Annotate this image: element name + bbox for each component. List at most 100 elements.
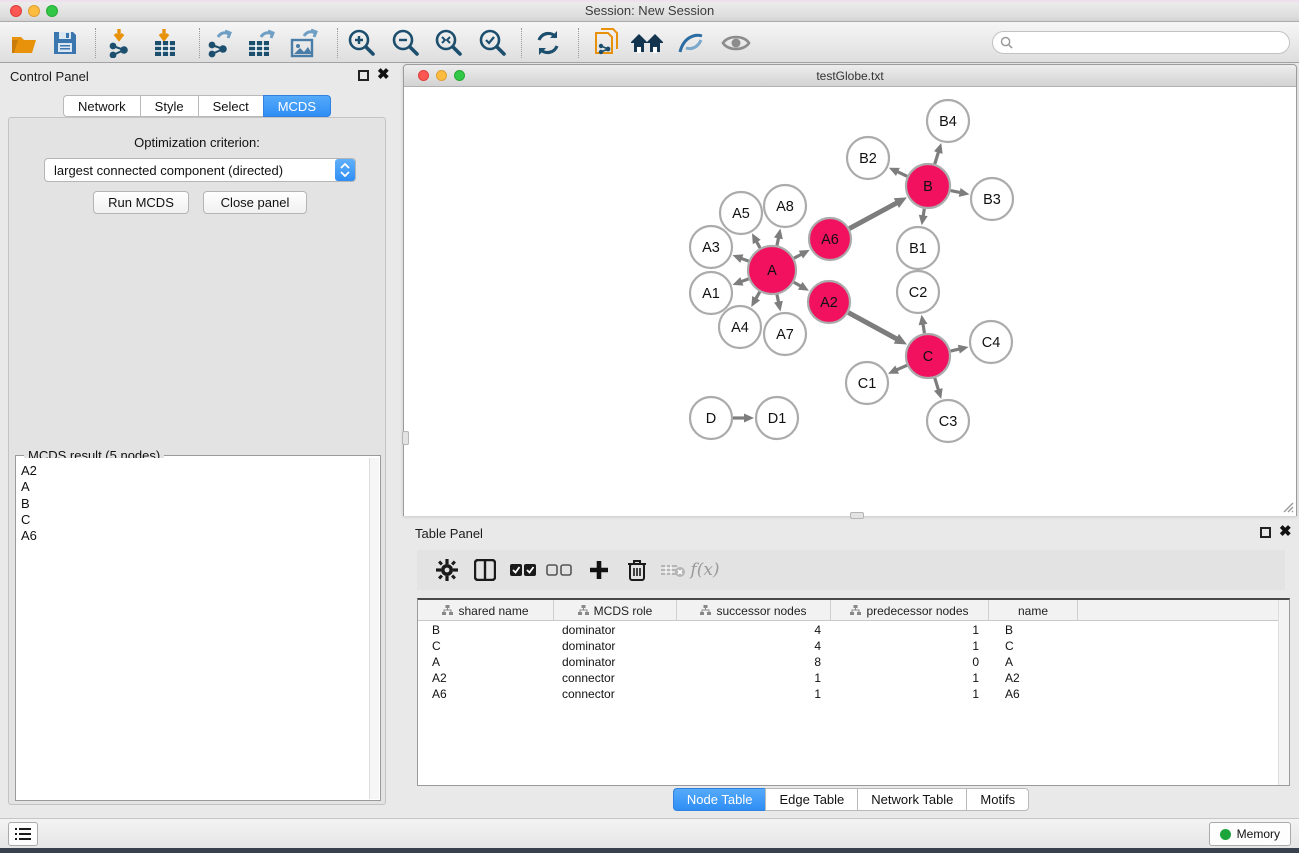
cell-MCDS-role[interactable]: dominator bbox=[554, 654, 677, 670]
graph-node-D[interactable]: D bbox=[690, 397, 732, 439]
float-panel-icon[interactable] bbox=[358, 70, 369, 81]
graph-node-C[interactable]: C bbox=[906, 334, 950, 378]
graph-node-A2[interactable]: A2 bbox=[808, 281, 850, 323]
tab-mcds[interactable]: MCDS bbox=[263, 95, 331, 117]
open-session-icon[interactable] bbox=[8, 27, 42, 59]
graph-node-B4[interactable]: B4 bbox=[927, 100, 969, 142]
run-mcds-button[interactable]: Run MCDS bbox=[93, 191, 189, 214]
refresh-layout-icon[interactable] bbox=[531, 27, 565, 59]
table-row[interactable]: A6connector11A6 bbox=[418, 686, 1078, 702]
graph-node-C4[interactable]: C4 bbox=[970, 321, 1012, 363]
graph-node-C3[interactable]: C3 bbox=[927, 400, 969, 442]
graph-node-A7[interactable]: A7 bbox=[764, 313, 806, 355]
graph-edge-C-C3[interactable] bbox=[935, 378, 939, 391]
graph-node-A6[interactable]: A6 bbox=[809, 218, 851, 260]
cell-successor-nodes[interactable]: 1 bbox=[677, 670, 831, 686]
close-panel-icon[interactable]: ✖ bbox=[377, 66, 390, 84]
panel-splitter-handle[interactable] bbox=[850, 512, 864, 519]
tab-style[interactable]: Style bbox=[140, 95, 198, 117]
delete-column-icon[interactable] bbox=[621, 554, 653, 586]
cell-name[interactable]: A bbox=[989, 654, 1078, 670]
network-canvas[interactable]: B4B2BB3A8A5A6A3B1AC2A1A2A4A7C4CC1DD1C3 bbox=[404, 87, 1296, 516]
settings-gear-icon[interactable] bbox=[431, 554, 463, 586]
result-item[interactable]: B bbox=[21, 496, 369, 512]
cell-successor-nodes[interactable]: 4 bbox=[677, 622, 831, 638]
cell-predecessor-nodes[interactable]: 1 bbox=[831, 686, 989, 702]
cell-predecessor-nodes[interactable]: 1 bbox=[831, 638, 989, 654]
zoom-out-icon[interactable] bbox=[389, 27, 423, 59]
graph-node-B[interactable]: B bbox=[906, 164, 950, 208]
cell-shared-name[interactable]: A2 bbox=[418, 670, 554, 686]
graph-edge-B-B4[interactable] bbox=[935, 151, 939, 164]
delete-table-icon[interactable] bbox=[657, 554, 689, 586]
tab-network[interactable]: Network bbox=[63, 95, 140, 117]
add-column-icon[interactable] bbox=[583, 554, 615, 586]
table-row[interactable]: Bdominator41B bbox=[418, 622, 1078, 638]
table-row[interactable]: A2connector11A2 bbox=[418, 670, 1078, 686]
close-panel-button[interactable]: Close panel bbox=[203, 191, 307, 214]
search-input[interactable] bbox=[1013, 36, 1289, 50]
cell-shared-name[interactable]: A6 bbox=[418, 686, 554, 702]
cell-successor-nodes[interactable]: 8 bbox=[677, 654, 831, 670]
new-network-from-selection-icon[interactable] bbox=[590, 27, 624, 59]
home-session-icon[interactable] bbox=[630, 27, 664, 59]
mcds-result-list[interactable]: A2ABCA6 bbox=[17, 458, 369, 799]
result-scrollbar[interactable] bbox=[369, 458, 379, 799]
cell-MCDS-role[interactable]: connector bbox=[554, 670, 677, 686]
column-header-successor-nodes[interactable]: successor nodes bbox=[677, 600, 831, 621]
cell-predecessor-nodes[interactable]: 0 bbox=[831, 654, 989, 670]
result-item[interactable]: A6 bbox=[21, 528, 369, 544]
graph-node-A8[interactable]: A8 bbox=[764, 185, 806, 227]
table-row[interactable]: Adominator80A bbox=[418, 654, 1078, 670]
float-table-panel-icon[interactable] bbox=[1260, 527, 1271, 538]
zoom-fit-icon[interactable] bbox=[432, 27, 466, 59]
column-header-predecessor-nodes[interactable]: predecessor nodes bbox=[831, 600, 989, 621]
show-graphics-details-icon[interactable] bbox=[719, 27, 753, 59]
cell-MCDS-role[interactable]: dominator bbox=[554, 638, 677, 654]
cell-MCDS-role[interactable]: dominator bbox=[554, 622, 677, 638]
graph-node-D1[interactable]: D1 bbox=[756, 397, 798, 439]
export-image-icon[interactable] bbox=[288, 27, 322, 59]
cell-name[interactable]: C bbox=[989, 638, 1078, 654]
tab-node-table[interactable]: Node Table bbox=[673, 788, 766, 811]
select-all-rows-icon[interactable] bbox=[507, 554, 539, 586]
tab-motifs[interactable]: Motifs bbox=[966, 788, 1029, 811]
criterion-select[interactable]: largest connected component (directed) bbox=[44, 158, 356, 182]
export-table-icon[interactable] bbox=[245, 27, 279, 59]
graph-node-B3[interactable]: B3 bbox=[971, 178, 1013, 220]
graph-node-A5[interactable]: A5 bbox=[720, 192, 762, 234]
graph-edge-A6-B[interactable] bbox=[849, 202, 898, 228]
column-header-MCDS-role[interactable]: MCDS role bbox=[554, 600, 677, 621]
import-table-icon[interactable] bbox=[149, 27, 183, 59]
graph-node-C2[interactable]: C2 bbox=[897, 271, 939, 313]
tab-select[interactable]: Select bbox=[198, 95, 263, 117]
cell-name[interactable]: A2 bbox=[989, 670, 1078, 686]
save-session-icon[interactable] bbox=[48, 27, 82, 59]
result-item[interactable]: C bbox=[21, 512, 369, 528]
graph-node-A1[interactable]: A1 bbox=[690, 272, 732, 314]
close-table-panel-icon[interactable]: ✖ bbox=[1279, 523, 1292, 541]
graph-node-A3[interactable]: A3 bbox=[690, 226, 732, 268]
function-builder-icon[interactable]: f(x) bbox=[689, 554, 721, 586]
column-header-name[interactable]: name bbox=[989, 600, 1078, 621]
table-scrollbar[interactable] bbox=[1278, 600, 1289, 785]
unselect-all-rows-icon[interactable] bbox=[543, 554, 575, 586]
cell-shared-name[interactable]: C bbox=[418, 638, 554, 654]
cell-shared-name[interactable]: B bbox=[418, 622, 554, 638]
cell-MCDS-role[interactable]: connector bbox=[554, 686, 677, 702]
cell-predecessor-nodes[interactable]: 1 bbox=[831, 622, 989, 638]
hide-graphics-details-icon[interactable] bbox=[674, 27, 708, 59]
panel-splitter-handle[interactable] bbox=[402, 431, 409, 445]
result-item[interactable]: A bbox=[21, 479, 369, 495]
graph-node-A[interactable]: A bbox=[748, 246, 796, 294]
column-header-shared-name[interactable]: shared name bbox=[418, 600, 554, 621]
tab-edge-table[interactable]: Edge Table bbox=[765, 788, 857, 811]
memory-button[interactable]: Memory bbox=[1209, 822, 1291, 846]
graph-node-B1[interactable]: B1 bbox=[897, 227, 939, 269]
tab-network-table[interactable]: Network Table bbox=[857, 788, 966, 811]
graph-node-B2[interactable]: B2 bbox=[847, 137, 889, 179]
cell-name[interactable]: A6 bbox=[989, 686, 1078, 702]
result-item[interactable]: A2 bbox=[21, 463, 369, 479]
zoom-selected-icon[interactable] bbox=[476, 27, 510, 59]
window-resize-grip[interactable] bbox=[1280, 499, 1294, 513]
